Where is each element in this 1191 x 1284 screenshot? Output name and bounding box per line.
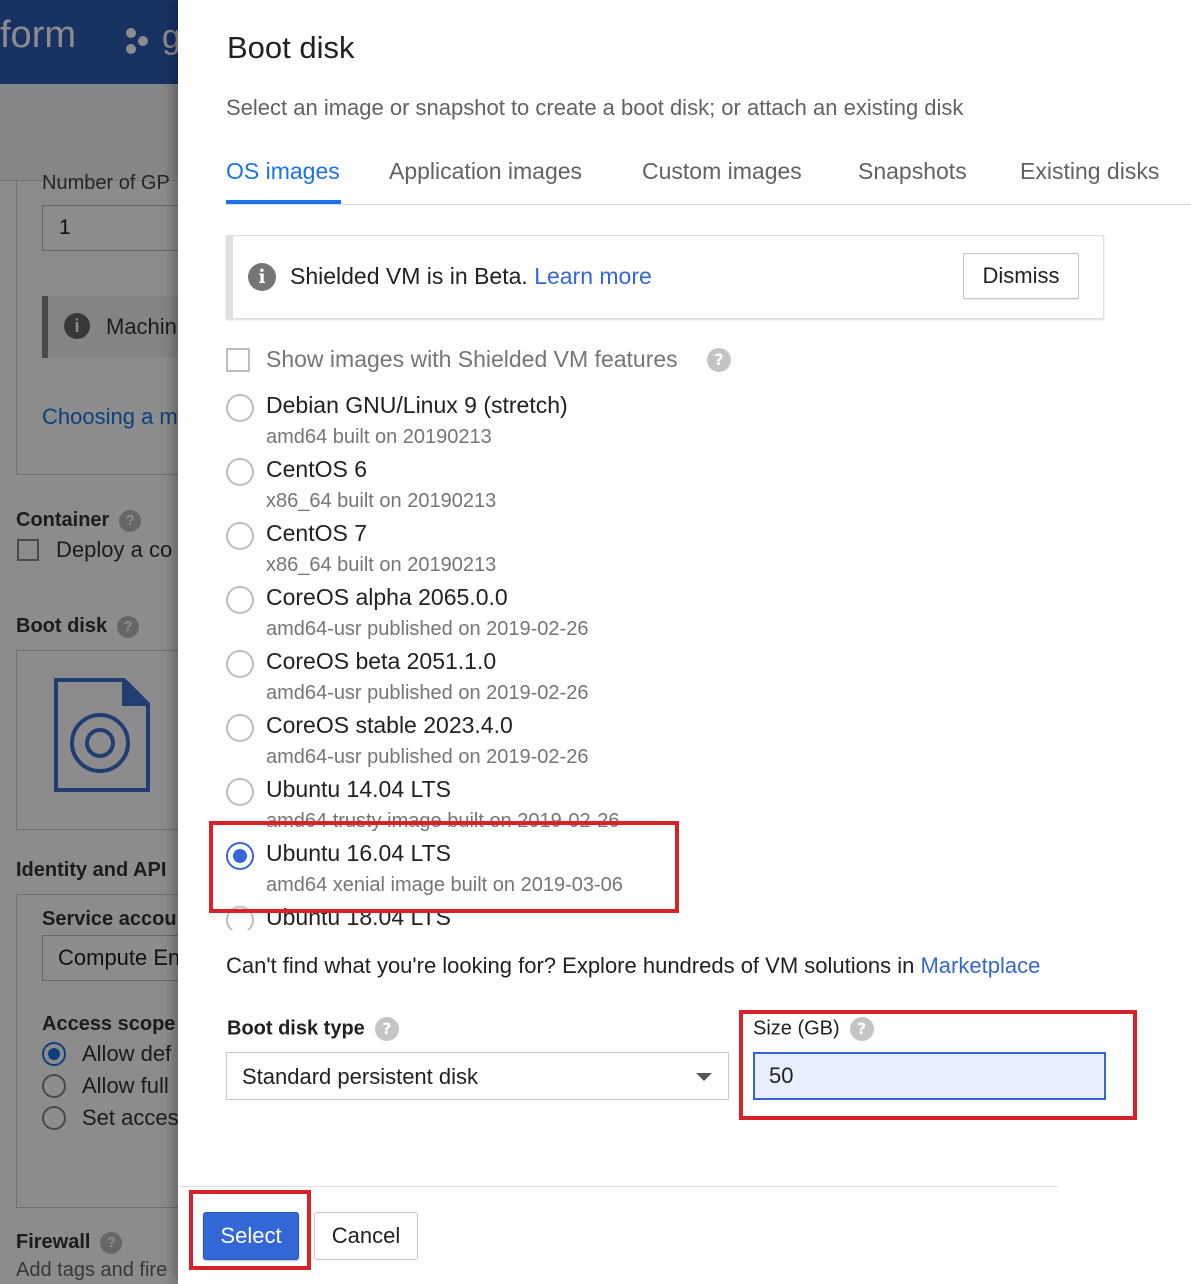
image-description: amd64 built on 20190213 bbox=[266, 426, 492, 448]
image-name: Ubuntu 18.04 LTS bbox=[266, 904, 451, 930]
boot-disk-type-value: Standard persistent disk bbox=[242, 1064, 479, 1089]
list-item[interactable]: CoreOS stable 2023.4.0 amd64-usr publish… bbox=[226, 710, 926, 774]
tab-snapshots[interactable]: Snapshots bbox=[858, 158, 967, 185]
image-name: Debian GNU/Linux 9 (stretch) bbox=[266, 392, 568, 418]
modal-scrim[interactable] bbox=[0, 0, 178, 1284]
os-image-list: Debian GNU/Linux 9 (stretch) amd64 built… bbox=[226, 390, 926, 930]
active-tab-indicator bbox=[226, 200, 341, 204]
boot-disk-type-label: Boot disk type? bbox=[227, 1017, 399, 1041]
image-description: amd64-usr published on 2019-02-26 bbox=[266, 618, 589, 640]
learn-more-link[interactable]: Learn more bbox=[534, 263, 652, 289]
image-source-tabs: OS images Application images Custom imag… bbox=[226, 140, 1191, 205]
footer-divider bbox=[178, 1186, 1058, 1187]
image-description: x86_64 built on 20190213 bbox=[266, 554, 497, 576]
image-name: CoreOS beta 2051.1.0 bbox=[266, 648, 497, 674]
marketplace-hint: Can't find what you're looking for? Expl… bbox=[226, 953, 1041, 978]
image-radio[interactable] bbox=[226, 522, 254, 550]
image-description: x86_64 built on 20190213 bbox=[266, 490, 497, 512]
image-name: CoreOS stable 2023.4.0 bbox=[266, 712, 513, 738]
tab-custom-images[interactable]: Custom images bbox=[642, 158, 802, 185]
tab-application-images[interactable]: Application images bbox=[389, 158, 582, 185]
list-item[interactable]: Debian GNU/Linux 9 (stretch) amd64 built… bbox=[226, 390, 926, 454]
info-icon: i bbox=[248, 263, 276, 291]
dialog-title: Boot disk bbox=[227, 30, 355, 65]
beta-notice-text: Shielded VM is in Beta. Learn more bbox=[290, 263, 652, 289]
image-description: amd64 trusty image built on 2019-02-26 bbox=[266, 810, 620, 832]
boot-disk-type-select[interactable]: Standard persistent disk bbox=[226, 1052, 729, 1100]
image-radio[interactable] bbox=[226, 394, 254, 422]
image-description: amd64-usr published on 2019-02-26 bbox=[266, 746, 589, 768]
list-item[interactable]: Ubuntu 14.04 LTS amd64 trusty image buil… bbox=[226, 774, 926, 838]
list-item[interactable]: CentOS 7 x86_64 built on 20190213 bbox=[226, 518, 926, 582]
list-item[interactable]: Ubuntu 18.04 LTS bbox=[226, 902, 926, 930]
tab-existing-disks[interactable]: Existing disks bbox=[1020, 158, 1159, 185]
image-radio[interactable] bbox=[226, 778, 254, 806]
image-name: Ubuntu 14.04 LTS bbox=[266, 776, 451, 802]
shielded-vm-beta-notice: i Shielded VM is in Beta. Learn more Dis… bbox=[226, 235, 1104, 319]
boot-disk-dialog: Boot disk Select an image or snapshot to… bbox=[178, 0, 1191, 1284]
image-name: Ubuntu 16.04 LTS bbox=[266, 840, 451, 866]
cancel-button[interactable]: Cancel bbox=[314, 1212, 418, 1260]
shielded-vm-checkbox-label: Show images with Shielded VM features bbox=[266, 346, 678, 372]
help-icon[interactable]: ? bbox=[849, 1017, 874, 1041]
help-icon[interactable]: ? bbox=[374, 1017, 399, 1041]
chevron-down-icon bbox=[696, 1073, 712, 1081]
image-description: amd64-usr published on 2019-02-26 bbox=[266, 682, 589, 704]
select-button[interactable]: Select bbox=[203, 1212, 299, 1260]
image-name: CentOS 7 bbox=[266, 520, 367, 546]
tab-os-images[interactable]: OS images bbox=[226, 158, 340, 185]
shielded-vm-checkbox[interactable] bbox=[226, 348, 250, 372]
list-item-selected[interactable]: Ubuntu 16.04 LTS amd64 xenial image buil… bbox=[226, 838, 926, 902]
size-input[interactable] bbox=[753, 1052, 1106, 1100]
list-item[interactable]: CoreOS beta 2051.1.0 amd64-usr published… bbox=[226, 646, 926, 710]
marketplace-link[interactable]: Marketplace bbox=[920, 953, 1040, 978]
image-radio[interactable] bbox=[226, 586, 254, 614]
image-radio-selected[interactable] bbox=[226, 842, 254, 870]
help-icon[interactable]: ? bbox=[707, 348, 731, 372]
image-radio[interactable] bbox=[226, 906, 254, 930]
list-item[interactable]: CoreOS alpha 2065.0.0 amd64-usr publishe… bbox=[226, 582, 926, 646]
image-radio[interactable] bbox=[226, 714, 254, 742]
dialog-subtitle: Select an image or snapshot to create a … bbox=[226, 95, 964, 120]
image-name: CentOS 6 bbox=[266, 456, 367, 482]
dismiss-button[interactable]: Dismiss bbox=[963, 253, 1079, 299]
image-radio[interactable] bbox=[226, 650, 254, 678]
size-label: Size (GB)? bbox=[753, 1017, 874, 1041]
list-item[interactable]: CentOS 6 x86_64 built on 20190213 bbox=[226, 454, 926, 518]
image-description: amd64 xenial image built on 2019-03-06 bbox=[266, 874, 623, 896]
image-name: CoreOS alpha 2065.0.0 bbox=[266, 584, 508, 610]
image-radio[interactable] bbox=[226, 458, 254, 486]
